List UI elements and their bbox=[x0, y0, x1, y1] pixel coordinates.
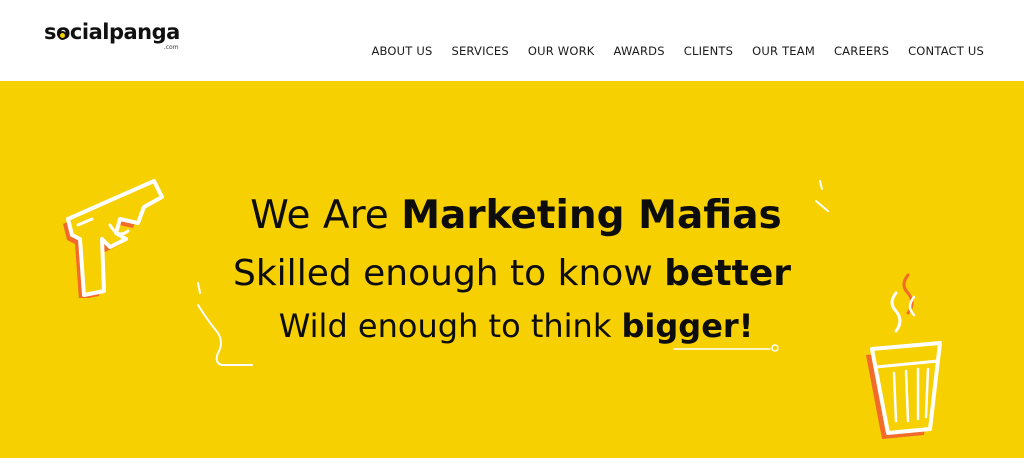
logo-suffix: .com bbox=[163, 44, 179, 51]
nav-contact-us[interactable]: CONTACT US bbox=[908, 44, 984, 58]
hero-line-1-bold: Marketing Mafias bbox=[401, 193, 782, 238]
tea-glass-illustration-icon bbox=[866, 273, 942, 439]
site-header: socialpanga .com ABOUT US SERVICES OUR W… bbox=[0, 0, 1024, 81]
nav-careers[interactable]: CAREERS bbox=[834, 44, 889, 58]
hero-line-1: We Are Marketing Mafias bbox=[4, 193, 1024, 238]
hero-line-3-bold: bigger! bbox=[621, 307, 754, 345]
nav-our-team[interactable]: OUR TEAM bbox=[752, 44, 815, 58]
hero-section: We Are Marketing Mafias Skilled enough t… bbox=[0, 81, 1024, 458]
hero-line-2-regular: Skilled enough to know bbox=[232, 253, 665, 294]
nav-our-work[interactable]: OUR WORK bbox=[528, 44, 595, 58]
hero-line-2-bold: better bbox=[664, 253, 791, 294]
nav-services[interactable]: SERVICES bbox=[451, 44, 508, 58]
main-nav: ABOUT US SERVICES OUR WORK AWARDS CLIENT… bbox=[371, 44, 984, 58]
hero-line-3-regular: Wild enough to think bbox=[278, 307, 622, 345]
logo[interactable]: socialpanga .com bbox=[44, 22, 180, 52]
nav-awards[interactable]: AWARDS bbox=[614, 44, 665, 58]
hero-line-1-regular: We Are bbox=[250, 193, 402, 238]
nav-about-us[interactable]: ABOUT US bbox=[371, 44, 432, 58]
logo-dot-icon bbox=[58, 31, 67, 40]
nav-clients[interactable]: CLIENTS bbox=[684, 44, 733, 58]
